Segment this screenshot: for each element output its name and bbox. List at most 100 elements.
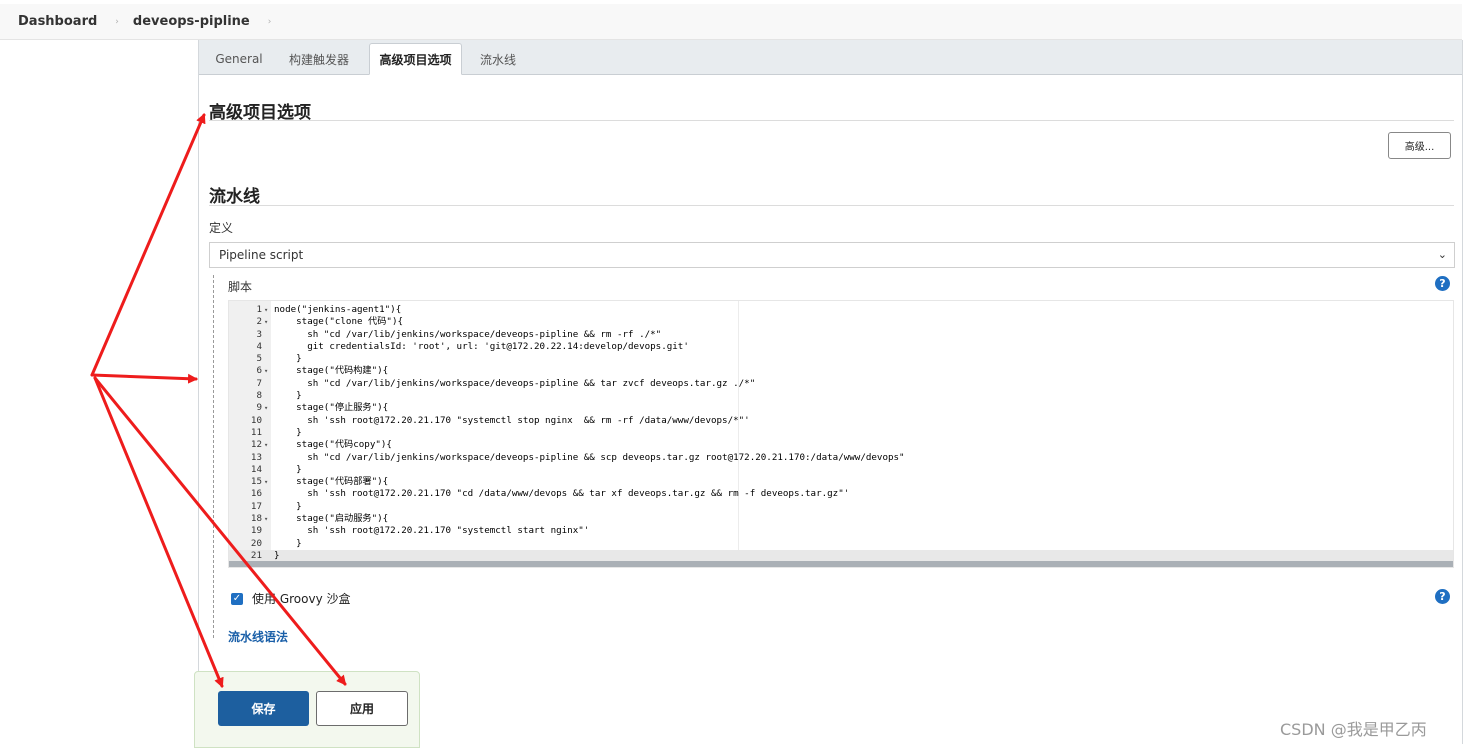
code-text: stage("clone 代码"){ <box>274 316 404 328</box>
editor-horizontal-scrollbar[interactable] <box>229 561 1453 567</box>
tab-pipeline[interactable]: 流水线 <box>470 43 526 75</box>
nested-block-guide <box>213 275 214 638</box>
line-number: 8 <box>256 390 262 402</box>
code-line: 1 ▾ node("jenkins-agent1"){ <box>229 304 1453 316</box>
line-number: 12 <box>250 439 262 451</box>
breadcrumb-dropdown-icon[interactable]: › <box>268 17 272 27</box>
line-number: 15 <box>250 476 262 488</box>
code-line: 14 } <box>229 464 1453 476</box>
code-line: 8 } <box>229 390 1453 402</box>
breadcrumb-dashboard[interactable]: Dashboard <box>18 14 97 29</box>
line-number: 17 <box>250 500 262 512</box>
pipeline-syntax-link[interactable]: 流水线语法 <box>228 628 288 645</box>
code-line: 19 sh 'ssh root@172.20.21.170 "systemctl… <box>229 525 1453 537</box>
tab-advanced-options[interactable]: 高级项目选项 <box>369 43 462 75</box>
fold-toggle-icon[interactable]: ▾ <box>264 316 268 328</box>
groovy-sandbox-checkbox[interactable]: ✓ <box>231 592 243 605</box>
definition-select-value: Pipeline script <box>219 248 304 262</box>
line-number: 1 <box>256 304 262 315</box>
code-line: 12 ▾ stage("代码copy"){ <box>229 439 1453 451</box>
line-number: 11 <box>250 426 262 438</box>
code-text: sh "cd /var/lib/jenkins/workspace/deveop… <box>274 328 662 340</box>
groovy-sandbox-row: ✓ 使用 Groovy 沙盒 <box>231 590 351 607</box>
line-number: 6 <box>256 365 262 377</box>
code-line: 13 sh "cd /var/lib/jenkins/workspace/dev… <box>229 452 1453 464</box>
code-text: node("jenkins-agent1"){ <box>274 304 402 315</box>
code-text: sh 'ssh root@172.20.21.170 "cd /data/www… <box>274 488 850 500</box>
fold-toggle-icon[interactable]: ▾ <box>264 402 268 414</box>
code-line: 5 } <box>229 353 1453 365</box>
script-help-icon[interactable]: ? <box>1435 276 1450 291</box>
definition-select[interactable]: Pipeline script ⌄ <box>209 242 1455 268</box>
code-text: } <box>274 500 302 512</box>
line-number: 3 <box>256 328 262 340</box>
script-label: 脚本 <box>228 280 253 294</box>
code-text: stage("代码构建"){ <box>274 365 389 377</box>
arrow-to-advanced-title <box>90 113 206 377</box>
breadcrumb-job[interactable]: deveops-pipline <box>133 14 250 29</box>
code-line: 7 sh "cd /var/lib/jenkins/workspace/deve… <box>229 378 1453 390</box>
line-number: 10 <box>250 414 262 426</box>
definition-label: 定义 <box>209 221 234 235</box>
chevron-down-icon: ⌄ <box>1437 248 1447 261</box>
section-divider <box>209 205 1454 206</box>
groovy-sandbox-label[interactable]: 使用 Groovy 沙盒 <box>252 590 351 607</box>
sandbox-help-icon[interactable]: ? <box>1435 589 1450 604</box>
apply-button[interactable]: 应用 <box>316 691 408 726</box>
code-text: git credentialsId: 'root', url: 'git@172… <box>274 340 689 352</box>
line-number: 14 <box>250 463 262 475</box>
fold-toggle-icon[interactable]: ▾ <box>264 304 268 316</box>
code-text: stage("代码copy"){ <box>274 439 392 451</box>
code-line: 20 } <box>229 538 1453 550</box>
code-text: } <box>274 390 302 402</box>
tab-general[interactable]: General <box>208 43 270 75</box>
line-number: 18 <box>250 513 262 525</box>
fold-toggle-icon[interactable]: ▾ <box>264 365 268 377</box>
line-number: 9 <box>256 402 262 414</box>
code-line: 16 sh 'ssh root@172.20.21.170 "cd /data/… <box>229 488 1453 500</box>
fold-toggle-icon[interactable]: ▾ <box>264 476 268 488</box>
code-line: 6 ▾ stage("代码构建"){ <box>229 365 1453 377</box>
line-number: 20 <box>250 537 262 549</box>
config-panel: General 构建触发器 高级项目选项 流水线 高级项目选项 高级... 流水… <box>198 40 1463 744</box>
code-text: stage("停止服务"){ <box>274 402 389 414</box>
jenkins-config-page: Dashboard › deveops-pipline › General 构建… <box>0 0 1468 749</box>
line-number: 4 <box>256 340 262 352</box>
fold-toggle-icon[interactable]: ▾ <box>264 513 268 525</box>
fold-toggle-icon[interactable]: ▾ <box>264 439 268 451</box>
editor-code-lines: 1 ▾ node("jenkins-agent1"){2 ▾ stage("clone… <box>229 304 1453 563</box>
pipeline-section-title: 流水线 <box>209 187 260 207</box>
line-number: 13 <box>250 451 262 463</box>
script-editor[interactable]: 1 ▾ node("jenkins-agent1"){2 ▾ stage("clone… <box>228 300 1454 568</box>
line-number: 5 <box>256 353 262 365</box>
code-text: } <box>274 537 302 549</box>
line-number: 2 <box>256 316 262 328</box>
code-line: 17 } <box>229 501 1453 513</box>
code-text: sh 'ssh root@172.20.21.170 "systemctl st… <box>274 414 750 426</box>
config-tabbar: General 构建触发器 高级项目选项 流水线 <box>199 40 1462 75</box>
line-number: 16 <box>250 488 262 500</box>
code-text: sh "cd /var/lib/jenkins/workspace/deveop… <box>274 451 905 463</box>
code-line: 2 ▾ stage("clone 代码"){ <box>229 316 1453 328</box>
code-text: sh 'ssh root@172.20.21.170 "systemctl st… <box>274 525 590 537</box>
csdn-watermark: CSDN @我是甲乙丙 <box>1280 720 1427 739</box>
code-text: stage("启动服务"){ <box>274 513 389 525</box>
code-text: sh "cd /var/lib/jenkins/workspace/deveop… <box>274 377 756 389</box>
code-text: stage("代码部署"){ <box>274 476 389 488</box>
breadcrumb: Dashboard › deveops-pipline › <box>0 4 1462 40</box>
code-line: 3 sh "cd /var/lib/jenkins/workspace/deve… <box>229 329 1453 341</box>
form-button-bar: 保存 应用 <box>194 671 420 748</box>
code-line: 11 } <box>229 427 1453 439</box>
save-button[interactable]: 保存 <box>218 691 309 726</box>
code-text: } <box>274 426 302 438</box>
tab-build-triggers[interactable]: 构建触发器 <box>280 43 358 75</box>
line-number: 19 <box>250 525 262 537</box>
code-text: } <box>274 353 302 365</box>
advanced-button[interactable]: 高级... <box>1388 132 1451 159</box>
code-line: 4 git credentialsId: 'root', url: 'git@1… <box>229 341 1453 353</box>
arrow-to-script-editor <box>90 373 198 384</box>
section-divider <box>209 120 1454 121</box>
code-line: 10 sh 'ssh root@172.20.21.170 "systemctl… <box>229 415 1453 427</box>
code-line: 9 ▾ stage("停止服务"){ <box>229 402 1453 414</box>
code-line: 15 ▾ stage("代码部署"){ <box>229 476 1453 488</box>
